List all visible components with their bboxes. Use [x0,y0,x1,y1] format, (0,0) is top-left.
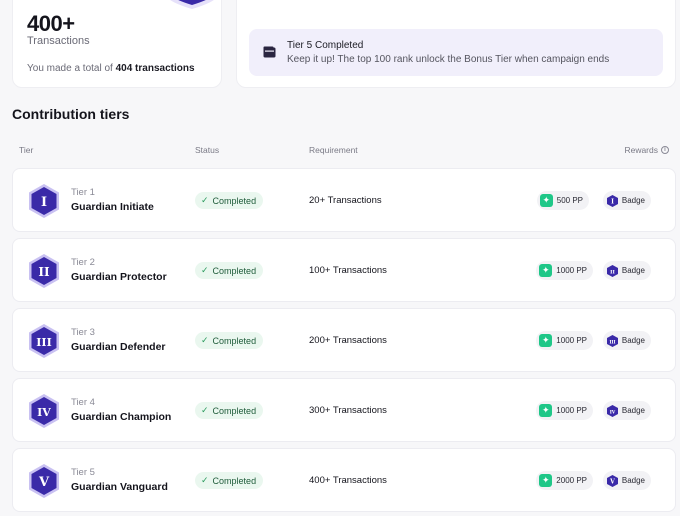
points-value: 500 PP [556,196,583,205]
badge-reward-pill: III Badge [602,331,651,350]
points-icon: ✦ [539,264,553,277]
tier-row: I Tier 1 Guardian Initiate ✓ Completed 2… [12,168,676,232]
tier-label: Tier 2 [71,257,95,268]
badge-label: Badge [621,336,645,345]
tier-name: Guardian Defender [71,341,166,353]
svg-text:II: II [610,269,615,275]
tier-numeral: III [36,336,51,349]
transactions-summary-card: 400+ Transactions You made a total of 40… [12,0,222,88]
transactions-total-line: You made a total of 404 transactions [27,63,195,74]
tier-numeral: II [38,265,50,279]
mini-badge-icon: II [606,264,618,277]
points-icon: ✦ [539,474,553,487]
points-reward-pill: ✦ 1000 PP [536,331,593,350]
tier-numeral: V [38,475,50,490]
tier-requirement: 20+ Transactions [309,195,382,206]
notice-subtitle: Keep it up! The top 100 rank unlock the … [287,54,610,65]
tier-status-card: Tier 5 Completed Keep it up! The top 100… [236,0,676,88]
check-icon: ✓ [201,405,209,415]
status-badge: ✓ Completed [195,192,264,209]
status-badge: ✓ Completed [195,332,264,349]
points-reward-pill: ✦ 1000 PP [536,261,593,280]
transactions-count: 400+ [27,11,75,36]
points-reward-pill: ✦ 1000 PP [536,401,593,420]
points-icon: ✦ [539,404,553,417]
points-value: 2000 PP [556,476,587,485]
tier-row: V Tier 5 Guardian Vanguard ✓ Completed 4… [12,448,676,512]
tier-requirement: 400+ Transactions [309,475,387,486]
status-badge: ✓ Completed [195,402,264,419]
status-badge: ✓ Completed [195,472,264,489]
tier-badge-icon: V [29,464,59,498]
tier-badge-icon: I [29,184,59,218]
points-reward-pill: ✦ 2000 PP [536,471,593,490]
tier-shield-icon [170,0,214,9]
check-icon: ✓ [201,195,209,205]
points-icon: ✦ [539,334,553,347]
tier-label: Tier 5 [71,467,95,478]
badge-reward-pill: V Badge [602,471,651,490]
badge-reward-pill: IV Badge [602,401,651,420]
points-value: 1000 PP [556,406,587,415]
badge-label: Badge [621,476,645,485]
tier-numeral: I [41,195,47,210]
check-icon: ✓ [201,265,209,275]
badge-label: Badge [621,266,645,275]
mini-badge-icon: IV [606,404,618,417]
tier-numeral: IV [37,406,51,419]
tier-row: II Tier 2 Guardian Protector ✓ Completed… [12,238,676,302]
tier-name: Guardian Champion [71,411,172,423]
tier-badge-icon: IV [29,394,59,428]
points-value: 1000 PP [556,336,587,345]
column-header-tier: Tier [19,145,34,155]
tier-label: Tier 1 [71,187,95,198]
wallet-icon [263,46,276,58]
badge-label: Badge [621,196,645,205]
total-value: 404 transactions [115,63,195,74]
badge-reward-pill: II Badge [602,261,651,280]
tier-row: IV Tier 4 Guardian Champion ✓ Completed … [12,378,676,442]
notice-title: Tier 5 Completed [287,40,364,51]
mini-badge-icon: V [606,474,618,487]
check-icon: ✓ [201,475,209,485]
tier-name: Guardian Initiate [71,201,154,213]
svg-text:I: I [611,198,614,205]
column-header-status: Status [195,145,220,155]
tier-badge-icon: II [29,254,59,288]
mini-badge-icon: I [606,194,618,207]
badge-reward-pill: I Badge [602,191,651,210]
status-text: Completed [212,405,257,416]
column-header-rewards: Rewards i [624,145,669,155]
status-text: Completed [212,265,257,276]
section-title: Contribution tiers [12,106,130,122]
badge-label: Badge [621,406,645,415]
points-icon: ✦ [539,194,553,207]
svg-text:III: III [609,339,615,345]
total-prefix: You made a total of [27,63,113,74]
tier-badge-icon: III [29,324,59,358]
tier-name: Guardian Vanguard [71,481,168,493]
tier-completed-notice: Tier 5 Completed Keep it up! The top 100… [249,29,663,76]
tier-requirement: 100+ Transactions [309,265,387,276]
points-reward-pill: ✦ 500 PP [536,191,589,210]
column-header-requirement: Requirement [309,145,358,155]
tier-row: III Tier 3 Guardian Defender ✓ Completed… [12,308,676,372]
tier-label: Tier 3 [71,327,95,338]
info-icon[interactable]: i [661,146,669,154]
transactions-count-label: Transactions [27,35,90,47]
status-text: Completed [212,195,257,206]
svg-text:IV: IV [610,409,616,415]
tier-requirement: 200+ Transactions [309,335,387,346]
rewards-label: Rewards [624,145,658,155]
mini-badge-icon: III [606,334,618,347]
status-text: Completed [212,335,257,346]
check-icon: ✓ [201,335,209,345]
status-badge: ✓ Completed [195,262,264,279]
status-text: Completed [212,475,257,486]
tier-name: Guardian Protector [71,271,167,283]
tier-label: Tier 4 [71,397,95,408]
points-value: 1000 PP [556,266,587,275]
svg-text:V: V [609,478,615,485]
tier-requirement: 300+ Transactions [309,405,387,416]
